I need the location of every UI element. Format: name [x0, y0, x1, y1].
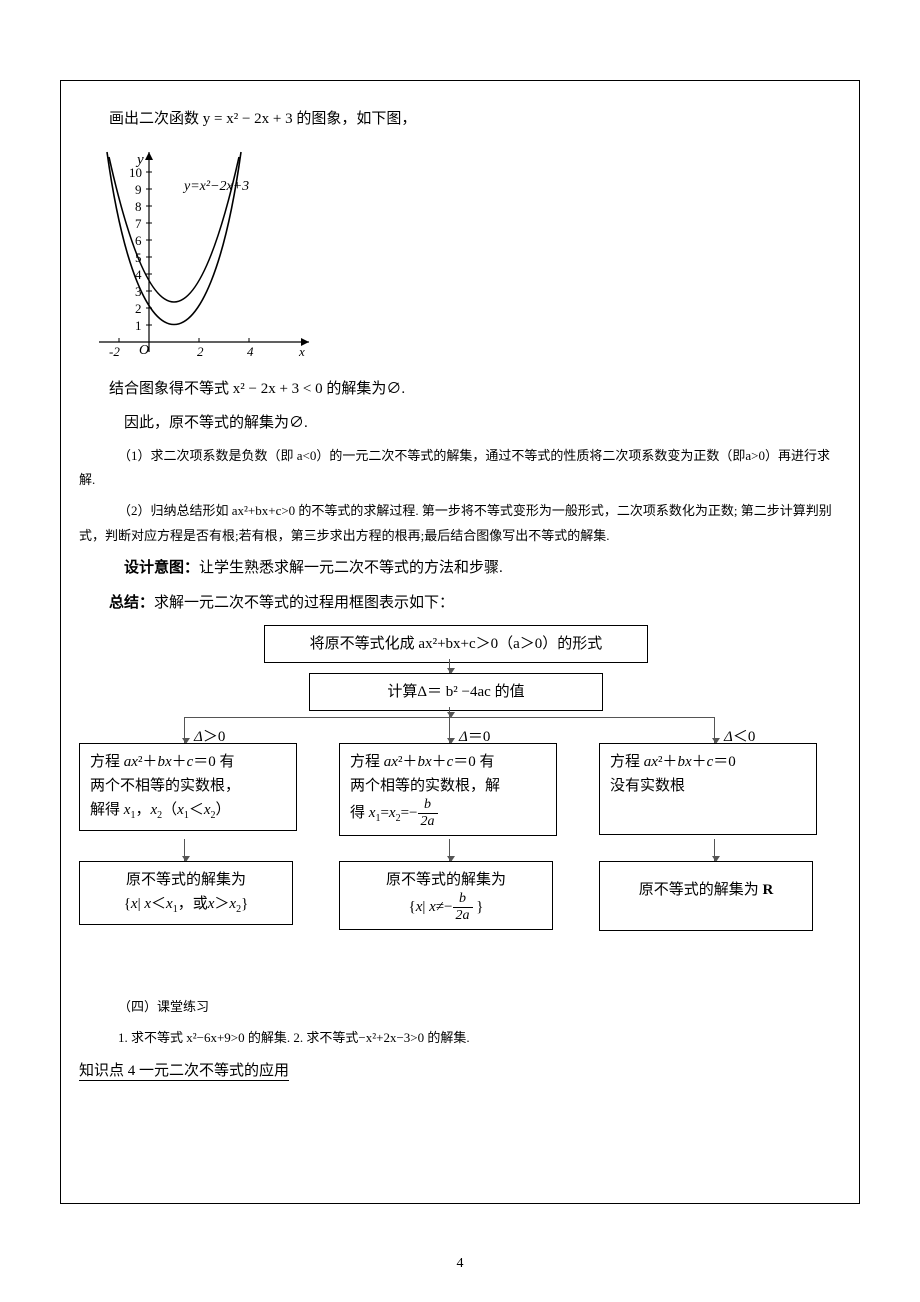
- flow-branch-right-a: 方程 ax²＋bx＋c＝0没有实数根: [599, 743, 817, 835]
- curve-label: y=x²−2x+3: [182, 179, 249, 194]
- flow-branch-left-a: 方程 ax²＋bx＋c＝0 有两个不相等的实数根，解得 x1，x2（x1＜x2）: [79, 743, 297, 831]
- arrow-icon: [184, 839, 185, 861]
- section-4-heading: （四）课堂练习: [79, 995, 841, 1020]
- svg-text:9: 9: [135, 182, 142, 197]
- svg-text:2: 2: [135, 301, 142, 316]
- svg-text:4: 4: [247, 344, 254, 359]
- x-axis-label: x: [298, 344, 305, 359]
- flow-step-2: 计算Δ＝ b² −4ac 的值: [309, 673, 603, 711]
- svg-text:8: 8: [135, 199, 142, 214]
- design-intent-label: 设计意图：: [124, 559, 199, 576]
- svg-text:2: 2: [197, 344, 204, 359]
- flow-branch-right-b: 原不等式的解集为 R: [599, 861, 813, 931]
- page-number: 4: [0, 1256, 920, 1272]
- arrow-icon: [714, 717, 715, 743]
- content-frame: 画出二次函数 y = x² − 2x + 3 的图象，如下图， O -2 2 4…: [60, 80, 860, 1204]
- paragraph-design-intent: 设计意图：让学生熟悉求解一元二次不等式的方法和步骤.: [79, 554, 841, 583]
- flow-branch-left-b: 原不等式的解集为{x| x＜x1，或x＞x2}: [79, 861, 293, 925]
- parabola-svg: O -2 2 4 x 1 2 3 4 5 6: [89, 142, 319, 362]
- svg-text:7: 7: [135, 216, 142, 231]
- svg-text:-2: -2: [109, 344, 120, 359]
- arrow-icon: [449, 839, 450, 861]
- arrow-icon: [449, 707, 450, 717]
- arrow-icon: [184, 717, 185, 743]
- arrow-icon: [449, 659, 450, 673]
- page: 画出二次函数 y = x² − 2x + 3 的图象，如下图， O -2 2 4…: [0, 0, 920, 1302]
- flow-step-1: 将原不等式化成 ax²+bx+c＞0（a＞0）的形式: [264, 625, 648, 663]
- summary-text: 求解一元二次不等式的过程用框图表示如下：: [154, 595, 454, 611]
- knowledge-point-4: 知识点 4 一元二次不等式的应用: [79, 1057, 841, 1086]
- parabola-graph: O -2 2 4 x 1 2 3 4 5 6: [89, 142, 841, 367]
- arrow-icon: [449, 717, 450, 743]
- paragraph-summary: 总结：求解一元二次不等式的过程用框图表示如下：: [79, 589, 841, 618]
- flow-branch-mid-a: 方程 ax²＋bx＋c＝0 有两个相等的实数根，解得 x1=x2=−b2a: [339, 743, 557, 836]
- design-intent-text: 让学生熟悉求解一元二次不等式的方法和步骤.: [199, 560, 503, 576]
- origin-label: O: [139, 343, 149, 358]
- flow-branch-mid-b: 原不等式的解集为{x| x≠−b2a }: [339, 861, 553, 930]
- summary-label: 总结：: [109, 594, 154, 611]
- arrow-icon: [714, 839, 715, 861]
- paragraph-note-2: （2）归纳总结形如 ax²+bx+c>0 的不等式的求解过程. 第一步将不等式变…: [79, 499, 841, 548]
- svg-text:1: 1: [135, 318, 142, 333]
- paragraph-conclusion-empty: 结合图象得不等式 x² − 2x + 3 < 0 的解集为∅.: [79, 375, 841, 404]
- paragraph-therefore: 因此，原不等式的解集为∅.: [79, 409, 841, 438]
- paragraph-draw-function: 画出二次函数 y = x² − 2x + 3 的图象，如下图，: [79, 105, 841, 134]
- flowchart: 将原不等式化成 ax²+bx+c＞0（a＞0）的形式 计算Δ＝ b² −4ac …: [79, 625, 841, 965]
- y-axis-label: y: [135, 152, 144, 168]
- paragraph-note-1: （1）求二次项系数是负数（即 a<0）的一元二次不等式的解集，通过不等式的性质将…: [79, 444, 841, 493]
- exercise-1: 1. 求不等式 x²−6x+9>0 的解集. 2. 求不等式−x²+2x−3>0…: [79, 1026, 841, 1051]
